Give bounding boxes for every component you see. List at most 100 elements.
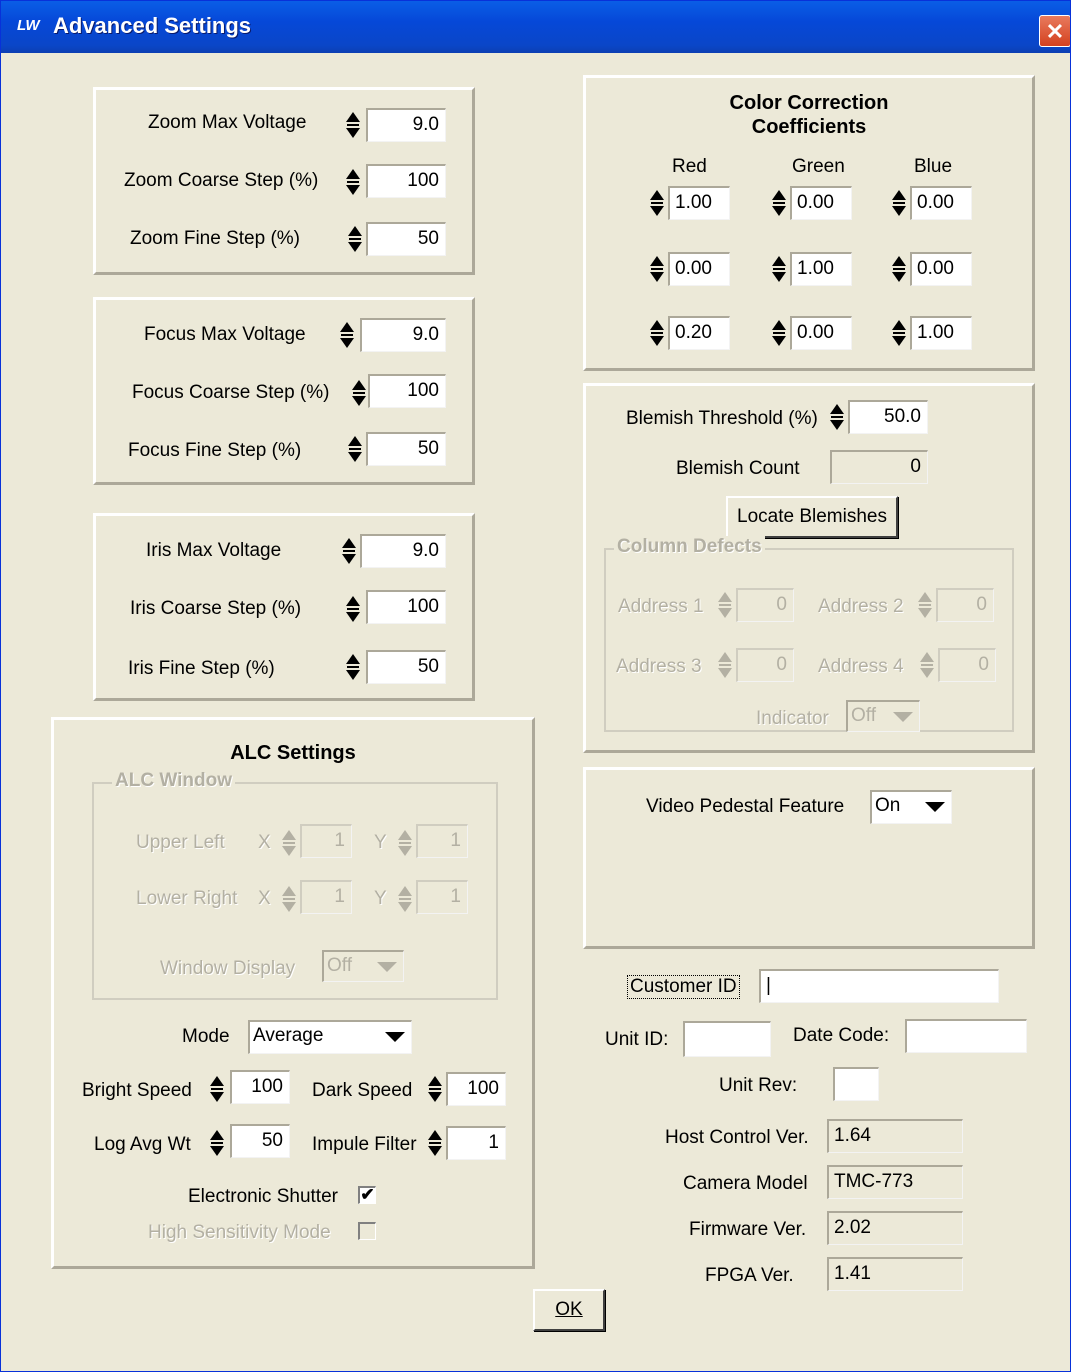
coef-r3c1-field[interactable]: 0.20 [668,316,730,350]
unit-rev-input[interactable] [833,1067,879,1101]
focus-max-voltage-field[interactable]: 9.0 [360,318,446,352]
coef-r3c3-field[interactable]: 1.00 [910,316,972,350]
address1-spinner[interactable] [718,590,732,620]
alc-panel: ALC Settings ALC Window Upper Left X 1 Y… [51,717,535,1269]
iris-coarse-step-field[interactable]: 100 [366,590,446,624]
address2-spinner[interactable] [918,590,932,620]
lower-right-y-spinner[interactable] [398,884,412,914]
fpga-ver-label: FPGA Ver. [705,1265,794,1286]
zoom-fine-step-spinner[interactable] [348,224,362,254]
address4-spinner[interactable] [920,650,934,680]
coef-r1c1-field[interactable]: 1.00 [668,186,730,220]
app-logo-icon: LW [17,17,40,34]
lower-right-x-field[interactable]: 1 [300,880,352,914]
coef-r3c3-spinner[interactable] [892,318,906,348]
address3-field[interactable]: 0 [736,648,794,682]
lower-right-x-spinner[interactable] [282,884,296,914]
high-sensitivity-checkbox[interactable] [358,1222,376,1240]
firmware-ver-field: 2.02 [827,1211,963,1245]
date-code-input[interactable] [905,1019,1027,1053]
zoom-max-voltage-spinner[interactable] [346,110,360,140]
dark-speed-spinner[interactable] [428,1074,442,1104]
coef-r2c2-spinner[interactable] [772,254,786,284]
focus-coarse-step-spinner[interactable] [352,378,366,408]
upper-left-x-field[interactable]: 1 [300,824,352,858]
ok-button[interactable]: OK [533,1289,605,1331]
impulse-filter-spinner[interactable] [428,1128,442,1158]
mode-label: Mode [182,1026,230,1047]
coef-r1c2-field[interactable]: 0.00 [790,186,852,220]
address1-field[interactable]: 0 [736,588,794,622]
zoom-fine-step-label: Zoom Fine Step (%) [130,228,300,249]
coef-r2c3-field[interactable]: 0.00 [910,252,972,286]
close-button[interactable]: ✕ [1039,15,1070,47]
window-display-value: Off [327,955,352,976]
log-avg-wt-field[interactable]: 50 [230,1124,290,1158]
focus-fine-step-field[interactable]: 50 [366,432,446,466]
zoom-max-voltage-field[interactable]: 9.0 [366,108,446,142]
focus-max-voltage-spinner[interactable] [340,320,354,350]
mode-dropdown[interactable]: Average [248,1020,412,1054]
coef-r2c2-field[interactable]: 1.00 [790,252,852,286]
dark-speed-field[interactable]: 100 [446,1072,506,1106]
address2-label: Address 2 [818,596,904,617]
coef-r2c1-field[interactable]: 0.00 [668,252,730,286]
indicator-value: Off [851,705,876,726]
upper-left-y-label: Y [374,832,387,853]
lower-right-y-field[interactable]: 1 [416,880,468,914]
title-bar[interactable]: LW Advanced Settings ✕ [1,1,1070,53]
coef-r1c2-spinner[interactable] [772,188,786,218]
iris-fine-step-spinner[interactable] [346,652,360,682]
firmware-ver-label: Firmware Ver. [689,1219,807,1240]
green-header: Green [792,156,845,177]
coef-r2c3-spinner[interactable] [892,254,906,284]
date-code-label: Date Code: [793,1025,890,1046]
electronic-shutter-checkbox[interactable]: ✔ [358,1186,376,1204]
coef-r3c2-field[interactable]: 0.00 [790,316,852,350]
address4-field[interactable]: 0 [938,648,996,682]
upper-left-x-spinner[interactable] [282,828,296,858]
focus-coarse-step-label: Focus Coarse Step (%) [132,382,330,403]
coef-r1c1-spinner[interactable] [650,188,664,218]
log-avg-wt-spinner[interactable] [210,1128,224,1158]
coef-r3c1-spinner[interactable] [650,318,664,348]
ok-button-label: OK [555,1299,583,1320]
address2-field[interactable]: 0 [936,588,994,622]
iris-coarse-step-spinner[interactable] [346,594,360,624]
customer-id-input[interactable]: | [759,969,999,1003]
zoom-max-voltage-label: Zoom Max Voltage [148,112,307,133]
upper-left-y-spinner[interactable] [398,828,412,858]
column-defects-group: Column Defects Address 1 0 Address 2 0 A… [604,536,1014,732]
window-title: Advanced Settings [53,13,252,38]
bright-speed-field[interactable]: 100 [230,1070,290,1104]
iris-fine-step-field[interactable]: 50 [366,650,446,684]
coef-r2c1-spinner[interactable] [650,254,664,284]
window-display-dropdown[interactable]: Off [322,950,404,982]
coef-r1c3-field[interactable]: 0.00 [910,186,972,220]
locate-blemishes-button[interactable]: Locate Blemishes [726,496,898,538]
zoom-coarse-step-spinner[interactable] [346,167,360,197]
red-header: Red [672,156,707,177]
coef-r3c2-spinner[interactable] [772,318,786,348]
focus-coarse-step-field[interactable]: 100 [368,374,446,408]
video-pedestal-dropdown[interactable]: On [870,790,952,824]
upper-left-y-field[interactable]: 1 [416,824,468,858]
blemish-threshold-spinner[interactable] [830,402,844,432]
coef-r1c3-spinner[interactable] [892,188,906,218]
host-control-ver-label: Host Control Ver. [665,1127,809,1148]
zoom-coarse-step-field[interactable]: 100 [366,164,446,198]
blemish-threshold-field[interactable]: 50.0 [848,400,928,434]
iris-max-voltage-spinner[interactable] [342,536,356,566]
iris-coarse-step-label: Iris Coarse Step (%) [130,598,302,619]
address3-spinner[interactable] [718,650,732,680]
bright-speed-spinner[interactable] [210,1074,224,1104]
lower-right-y-label: Y [374,888,387,909]
address1-label: Address 1 [618,596,704,617]
impulse-filter-field[interactable]: 1 [446,1126,506,1160]
focus-fine-step-spinner[interactable] [348,434,362,464]
indicator-dropdown[interactable]: Off [846,700,920,732]
blue-header: Blue [914,156,953,177]
zoom-fine-step-field[interactable]: 50 [366,222,446,256]
iris-max-voltage-field[interactable]: 9.0 [360,534,446,568]
unit-id-input[interactable] [683,1021,771,1057]
